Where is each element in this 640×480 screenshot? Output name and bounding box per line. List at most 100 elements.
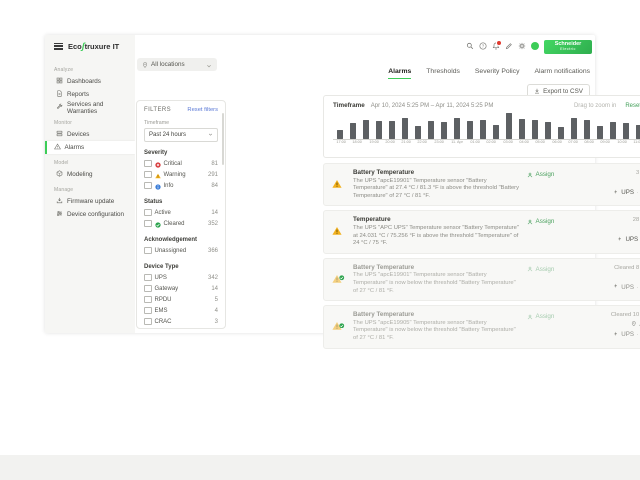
filter-option-count: 84	[211, 183, 218, 189]
reset-zoom-link[interactable]: Reset Zoom	[625, 103, 640, 109]
filter-checkbox-unassigned[interactable]	[144, 247, 152, 255]
info-icon	[155, 177, 161, 195]
pencil-icon[interactable]	[505, 42, 513, 50]
chart-x-label-slot: 08:00	[581, 140, 597, 147]
location-filter-dropdown[interactable]: All locations	[137, 58, 217, 71]
gear-icon[interactable]	[518, 42, 526, 50]
filters-scrollbar[interactable]	[222, 113, 224, 165]
alarm-title: Battery Temperature	[353, 169, 521, 176]
filter-checkbox-warning[interactable]	[144, 171, 152, 179]
sidebar-item-dashboards[interactable]: Dashboards	[45, 75, 135, 88]
assign-button[interactable]: Assign	[527, 311, 554, 342]
sidebar-item-reports[interactable]: Reports	[45, 88, 135, 101]
filter-checkbox-info[interactable]	[144, 182, 152, 190]
filter-option-label: EMS	[155, 308, 212, 314]
chart-x-tick-label: 07:00	[568, 140, 577, 144]
filter-option-rpdu: RPDU5	[144, 294, 218, 305]
notification-badge	[496, 40, 502, 46]
warning-triangle-icon	[332, 223, 342, 240]
tab-severity-policy[interactable]: Severity Policy	[475, 68, 520, 79]
filter-checkbox-active[interactable]	[144, 209, 152, 217]
alarm-timestamp: 28 minutes ago	[633, 217, 640, 223]
filter-checkbox-ups[interactable]	[144, 274, 152, 282]
sidebar-nav: AnalyzeDashboardsReportsServices and War…	[45, 61, 135, 221]
hamburger-menu-icon[interactable]	[54, 43, 63, 50]
timeframe-range: Apr 10, 2024 5:25 PM – Apr 11, 2024 5:25…	[371, 103, 494, 109]
chart-bar	[415, 126, 421, 139]
avatar[interactable]	[531, 42, 539, 50]
alarm-card[interactable]: Battery TemperatureThe UPS "apcE19901" T…	[323, 163, 640, 206]
chart-bar-slot	[411, 113, 424, 139]
chart-bar-slot	[580, 113, 593, 139]
alarm-card[interactable]: Battery TemperatureThe UPS "apcE19905" T…	[323, 305, 640, 348]
alarm-title: Temperature	[353, 216, 521, 223]
help-icon[interactable]: ?	[479, 42, 487, 50]
sidebar-item-device-configuration[interactable]: Device configuration	[45, 208, 135, 221]
bolt-icon	[617, 236, 623, 244]
chevron-down-icon	[208, 132, 213, 139]
chart-bar-slot	[463, 113, 476, 139]
sidebar-item-devices[interactable]: Devices	[45, 128, 135, 141]
filter-checkbox-rpdu[interactable]	[144, 296, 152, 304]
filter-checkbox-crac[interactable]	[144, 318, 152, 326]
chart-bar-slot	[476, 113, 489, 139]
reset-filters-link[interactable]: Reset filters	[187, 107, 218, 113]
pin-icon	[631, 321, 637, 329]
chart-x-tick-label: 22:00	[418, 140, 427, 144]
chart-x-tick-label: 19:00	[369, 140, 378, 144]
tab-alarms[interactable]: Alarms	[388, 68, 411, 79]
assign-button[interactable]: Assign	[527, 264, 554, 295]
bolt-icon	[613, 331, 619, 339]
alarm-description: The UPS "APC UPS" Temperature sensor "Ba…	[353, 225, 521, 248]
filter-option-count: 342	[208, 275, 218, 281]
search-icon[interactable]	[466, 42, 474, 50]
sidebar-item-services-and-warranties[interactable]: Services and Warranties	[45, 101, 135, 114]
filter-option-unassigned: Unassigned366	[144, 245, 218, 256]
filter-option-label: RPDU	[155, 297, 212, 303]
chart-bar	[636, 125, 640, 139]
alarm-device-row: UPS·APC UPS	[617, 236, 640, 244]
app-logo: Ecoʃtruxure IT	[68, 41, 119, 51]
filter-checkbox-ems[interactable]	[144, 307, 152, 315]
filter-option-count: 291	[208, 172, 218, 178]
timeframe-filter-dropdown[interactable]: Past 24 hours	[144, 128, 218, 142]
chart-x-label-slot: 03:00	[500, 140, 516, 147]
chart-bar-slot	[424, 113, 437, 139]
tab-thresholds[interactable]: Thresholds	[426, 68, 460, 79]
chart-bar-slot	[567, 113, 580, 139]
alarm-histogram-chart[interactable]: 17:0018:0019:0020:0021:0022:0023:0011. A…	[333, 113, 640, 147]
bolt-icon	[613, 189, 619, 197]
dashboards-icon	[56, 77, 63, 86]
sidebar-item-modeling[interactable]: Modeling	[45, 168, 135, 181]
modeling-icon	[56, 170, 63, 179]
chart-bar	[584, 120, 590, 140]
filter-option-count: 352	[208, 221, 218, 227]
filter-option-count: 14	[211, 210, 218, 216]
filter-option-ups: UPS342	[144, 272, 218, 283]
assign-button[interactable]: Assign	[527, 169, 554, 200]
filter-group-device-type: Device TypeUPS342Gateway14RPDU5EMS4CRAC3	[144, 264, 218, 327]
filter-option-count: 4	[215, 308, 218, 314]
sidebar-item-firmware-update[interactable]: Firmware update	[45, 195, 135, 208]
filter-group-label: Acknowledgement	[144, 237, 218, 243]
sidebar-item-alarms[interactable]: Alarms	[45, 141, 135, 154]
chart-bar	[350, 123, 356, 139]
chart-x-label-slot: 01:00	[467, 140, 483, 147]
assign-button[interactable]: Assign	[527, 216, 554, 247]
alarm-card[interactable]: Battery TemperatureThe UPS "apcE19901" T…	[323, 258, 640, 301]
sidebar-item-label: Firmware update	[67, 198, 114, 205]
tab-alarm-notifications[interactable]: Alarm notifications	[534, 68, 590, 79]
notifications-icon[interactable]	[492, 42, 500, 50]
chart-x-tick-label: 10:00	[617, 140, 626, 144]
chart-x-label-slot: 05:00	[532, 140, 548, 147]
alarm-card[interactable]: Temperature The UPS "APC UPS" Temperature…	[323, 210, 640, 253]
chart-bar	[545, 122, 551, 139]
filter-checkbox-cleared[interactable]	[144, 220, 152, 228]
content-column: Timeframe Apr 10, 2024 5:25 PM – Apr 11,…	[323, 95, 640, 349]
drag-to-zoom-hint: Drag to zoom in	[574, 103, 616, 109]
svg-text:?: ?	[482, 44, 485, 49]
alarm-main: Battery TemperatureThe UPS "apcE19905" T…	[353, 311, 521, 342]
filter-checkbox-gateway[interactable]	[144, 285, 152, 293]
filter-option-crac: CRAC3	[144, 316, 218, 327]
filter-checkbox-critical[interactable]	[144, 160, 152, 168]
